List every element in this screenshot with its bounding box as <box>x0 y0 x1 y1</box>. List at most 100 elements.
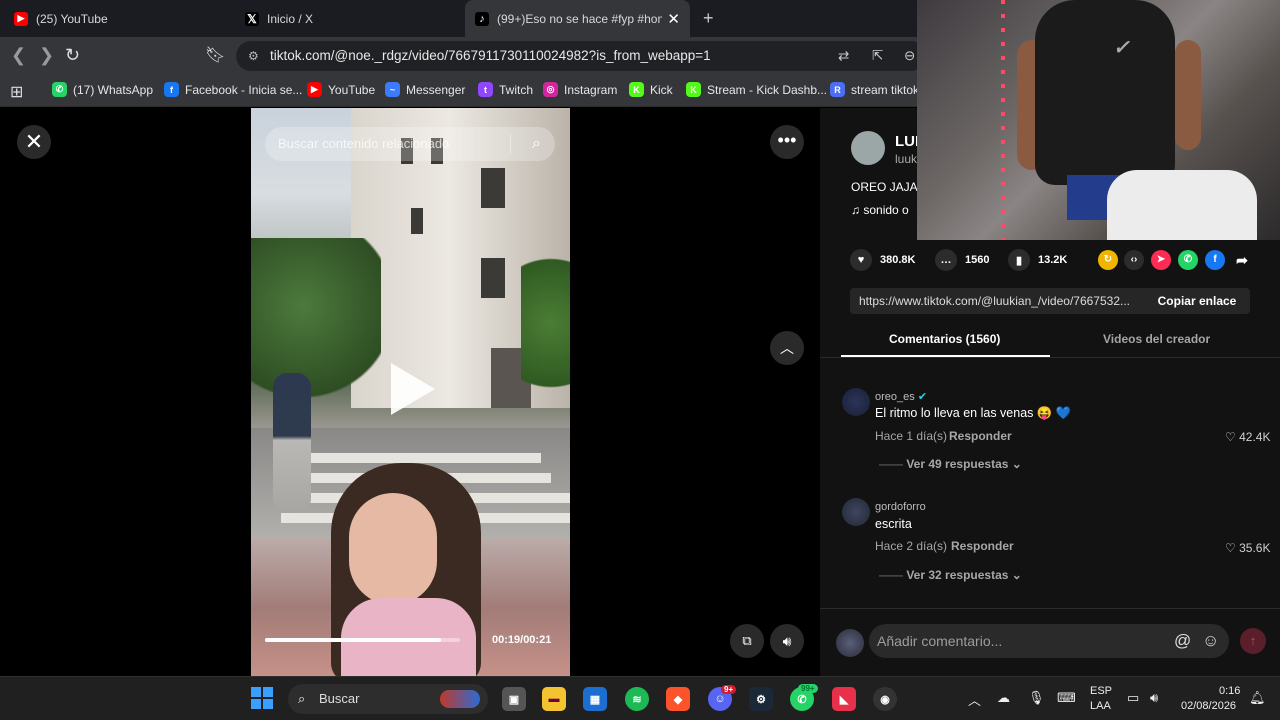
bookmark-item[interactable]: K Kick <box>629 82 673 97</box>
bookmark-item[interactable]: ~ Messenger <box>385 82 465 97</box>
task-view-icon[interactable]: ▣ <box>502 687 526 711</box>
avatar[interactable] <box>842 498 870 526</box>
chevron-up-icon[interactable]: ︿ <box>968 690 981 709</box>
store-icon[interactable]: ▦ <box>583 687 607 711</box>
comment-username[interactable]: gordoforro <box>875 501 926 513</box>
address-bar[interactable]: ⚙︎ tiktok.com/@noe._rdgz/video/766791173… <box>236 41 926 71</box>
forward-icon[interactable]: ❯ <box>39 45 54 66</box>
discord-badge: 9+ <box>721 685 737 694</box>
language-top[interactable]: ESP <box>1090 685 1112 697</box>
bookmark-item[interactable]: ▶ YouTube <box>307 82 375 97</box>
volume-icon[interactable]: 🔊︎ <box>1150 690 1158 706</box>
steam-icon[interactable]: ⚙ <box>749 687 773 711</box>
reply-button[interactable]: Responder <box>949 429 1012 443</box>
video-time: 00:19/00:21 <box>492 634 552 646</box>
mention-icon[interactable]: @ <box>1174 624 1191 658</box>
close-tab-icon[interactable]: ✕ <box>667 10 680 28</box>
bookmark-item[interactable]: ✆ (17) WhatsApp <box>52 82 153 97</box>
save-stat[interactable]: ▮ 13.2K <box>1008 249 1067 271</box>
reply-button[interactable]: Responder <box>951 539 1014 553</box>
volume-icon[interactable]: 🔊︎ <box>770 624 804 658</box>
clock-time[interactable]: 0:16 <box>1219 685 1240 697</box>
language-bottom[interactable]: LAA <box>1090 700 1111 712</box>
bookmark-item[interactable]: ◎ Instagram <box>543 82 617 97</box>
open-in-app-icon[interactable]: ⇱ <box>872 41 883 71</box>
whatsapp-share-icon[interactable]: ✆ <box>1178 250 1198 270</box>
tab-x[interactable]: 𝕏 Inicio / X <box>245 0 465 37</box>
zoom-icon[interactable]: ⊖ <box>904 41 915 71</box>
avatar[interactable] <box>842 388 870 416</box>
search-icon[interactable]: ⌕ <box>532 127 541 161</box>
bookmark-item[interactable]: K Stream - Kick Dashb... <box>686 82 827 97</box>
emoji-icon[interactable]: ☺ <box>1202 624 1219 658</box>
creator-name[interactable]: LUI <box>895 133 919 150</box>
chevron-up-icon[interactable]: ︿ <box>770 331 804 365</box>
back-icon[interactable]: ❮ <box>11 45 26 66</box>
translate-icon[interactable]: ⇄ <box>838 41 849 71</box>
copy-link-button[interactable]: Copiar enlace <box>1144 288 1250 314</box>
view-replies-label: Ver 49 respuestas <box>906 457 1009 471</box>
like-stat[interactable]: ♥ 380.8K <box>850 249 915 271</box>
file-explorer-icon[interactable]: ▬ <box>542 687 566 711</box>
tab-comments[interactable]: Comentarios (1560) <box>889 332 1000 346</box>
bookmark-icon[interactable]: 🔖︎ <box>205 45 225 65</box>
comment-icon[interactable]: … <box>935 249 957 271</box>
windows-start-icon[interactable] <box>250 686 274 710</box>
creator-avatar[interactable] <box>851 131 885 165</box>
video-scene-girl-shirt <box>341 598 476 676</box>
music-line[interactable]: ♫ sonido o <box>851 203 909 217</box>
apps-grid-icon[interactable]: ⊞ <box>10 82 23 102</box>
url-text: tiktok.com/@noe._rdgz/video/766791173011… <box>270 48 711 63</box>
network-icon[interactable]: ▭ <box>1127 690 1139 706</box>
onedrive-icon[interactable]: ☁ <box>997 690 1010 706</box>
verified-icon: ✔ <box>917 391 928 403</box>
facebook-share-icon[interactable]: f <box>1205 250 1225 270</box>
bookmark-item[interactable]: t Twitch <box>478 82 533 97</box>
save-count: 13.2K <box>1038 254 1068 266</box>
related-search-input[interactable]: Buscar contenido relacionado ⌕ <box>265 127 555 161</box>
keyboard-icon[interactable]: ⌨ <box>1057 690 1076 706</box>
embed-icon[interactable]: ‹› <box>1124 250 1144 270</box>
bookmark-item[interactable]: Rstream tiktok <box>830 82 919 97</box>
play-icon[interactable] <box>391 363 435 415</box>
string-lights <box>1001 0 1005 240</box>
comment-likes[interactable]: ♡ 42.4K <box>1225 430 1270 444</box>
notification-icon[interactable]: 🔔︎ <box>1249 690 1266 706</box>
add-comment-input[interactable]: Añadir comentario... @ ☺ <box>869 624 1229 658</box>
tab-youtube[interactable]: ▶ (25) YouTube <box>14 0 234 37</box>
obs-icon[interactable]: ◉ <box>873 687 897 711</box>
bookmark-item[interactable]: f Facebook - Inicia se... <box>164 82 302 97</box>
floating-player-icon[interactable]: ⧉ <box>730 624 764 658</box>
tab-creator-videos[interactable]: Videos del creador <box>1103 332 1210 346</box>
video-scene-window <box>481 168 505 208</box>
clock-date[interactable]: 02/08/2026 <box>1181 700 1236 712</box>
divider: —— <box>879 457 907 471</box>
view-replies-button[interactable]: —— Ver 32 respuestas ⌄ <box>879 568 1022 582</box>
send-comment-button[interactable]: ↑ <box>1240 628 1266 654</box>
comment-likes[interactable]: ♡ 35.6K <box>1225 541 1270 555</box>
video-link[interactable]: https://www.tiktok.com/@luukian_/video/7… <box>859 294 1130 308</box>
webcam-overlay: ✓ <box>917 0 1280 240</box>
heart-icon[interactable]: ♥ <box>850 249 872 271</box>
creator-handle[interactable]: luuk <box>895 152 917 166</box>
streaming-app-icon[interactable]: ◣ <box>832 687 856 711</box>
tab-tiktok[interactable]: ♪ (99+)Eso no se hace #fyp #hom ✕ <box>465 0 690 37</box>
bookmark-icon[interactable]: ▮ <box>1008 249 1030 271</box>
comment-stat[interactable]: … 1560 <box>935 249 989 271</box>
send-to-friends-icon[interactable]: ➤ <box>1151 250 1171 270</box>
more-options-icon[interactable]: ••• <box>770 125 804 159</box>
site-info-icon[interactable]: ⚙︎ <box>248 41 259 71</box>
brave-icon[interactable]: ◆ <box>666 687 690 711</box>
close-video-button[interactable]: ✕ <box>17 125 51 159</box>
video-player[interactable]: Buscar contenido relacionado ⌕ 00:19/00:… <box>251 108 570 676</box>
reload-icon[interactable]: ↻ <box>65 45 80 66</box>
repost-icon[interactable]: ↻ <box>1098 250 1118 270</box>
taskbar-search[interactable]: ⌕ Buscar <box>288 684 488 714</box>
new-tab-button[interactable]: + <box>703 8 714 29</box>
spotify-icon[interactable]: ≋ <box>625 687 649 711</box>
comment-username[interactable]: oreo_es ✔ <box>875 390 927 403</box>
share-arrow-icon[interactable]: ➦ <box>1232 250 1252 270</box>
microphone-icon[interactable]: 🎙︎ <box>1028 690 1045 706</box>
view-replies-button[interactable]: —— Ver 49 respuestas ⌄ <box>879 457 1022 471</box>
video-progress-bar[interactable] <box>265 638 460 642</box>
